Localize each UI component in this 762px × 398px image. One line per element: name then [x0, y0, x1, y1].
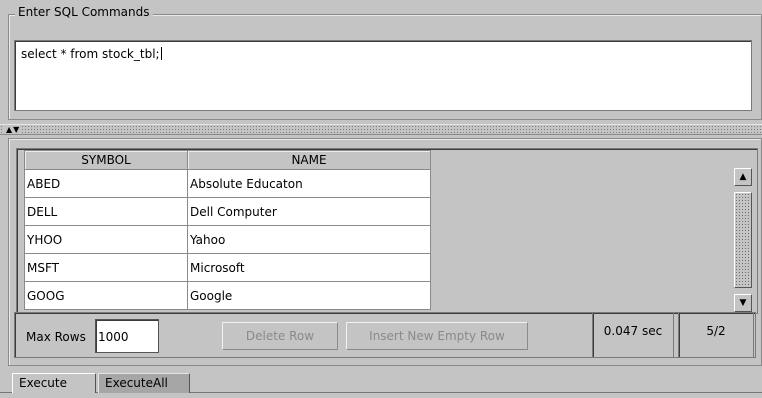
max-rows-label: Max Rows [26, 330, 86, 344]
table-row[interactable]: DELL Dell Computer [24, 197, 431, 226]
cell-symbol[interactable]: DELL [24, 197, 188, 226]
tab-executeall[interactable]: ExecuteAll [98, 373, 190, 393]
cell-name[interactable]: Absolute Educaton [187, 169, 431, 198]
column-header-symbol[interactable]: SYMBOL [24, 150, 188, 170]
scroll-up-arrow-icon[interactable]: ▲ [734, 168, 752, 186]
split-pane-divider[interactable]: ▲▼ [0, 124, 762, 135]
cell-symbol[interactable]: ABED [24, 169, 188, 198]
sql-commands-legend: Enter SQL Commands [15, 5, 153, 19]
sql-command-input[interactable]: select * from stock_tbl; [14, 40, 752, 111]
max-rows-input[interactable]: 1000 [95, 319, 159, 353]
sql-command-text: select * from stock_tbl; [21, 47, 160, 61]
table-row[interactable]: GOOG Google [24, 281, 431, 310]
table-row[interactable]: ABED Absolute Educaton [24, 169, 431, 198]
column-header-name[interactable]: NAME [187, 150, 431, 170]
table-row[interactable]: YHOO Yahoo [24, 225, 431, 254]
row-count-display: 5/2 [678, 312, 754, 358]
cell-symbol[interactable]: YHOO [24, 225, 188, 254]
splitter-arrows-icon[interactable]: ▲▼ [4, 125, 23, 134]
results-table: SYMBOL NAME ABED Absolute Educaton DELL … [24, 150, 431, 310]
cell-name[interactable]: Microsoft [187, 253, 431, 282]
insert-row-button[interactable]: Insert New Empty Row [346, 322, 528, 350]
delete-row-button[interactable]: Delete Row [222, 322, 338, 350]
cell-symbol[interactable]: MSFT [24, 253, 188, 282]
cell-name[interactable]: Yahoo [187, 225, 431, 254]
text-caret [160, 47, 162, 60]
cell-symbol[interactable]: GOOG [24, 281, 188, 310]
table-header-row: SYMBOL NAME [24, 150, 431, 170]
tab-execute[interactable]: Execute [12, 373, 96, 393]
scrollbar-thumb[interactable] [734, 192, 752, 288]
cell-name[interactable]: Google [187, 281, 431, 310]
execution-time-display: 0.047 sec [592, 312, 674, 358]
cell-name[interactable]: Dell Computer [187, 197, 431, 226]
sql-tool-window: Enter SQL Commands select * from stock_t… [0, 0, 762, 398]
results-vertical-scrollbar[interactable]: ▲ ▼ [734, 168, 752, 312]
scroll-down-arrow-icon[interactable]: ▼ [734, 294, 752, 312]
table-row[interactable]: MSFT Microsoft [24, 253, 431, 282]
